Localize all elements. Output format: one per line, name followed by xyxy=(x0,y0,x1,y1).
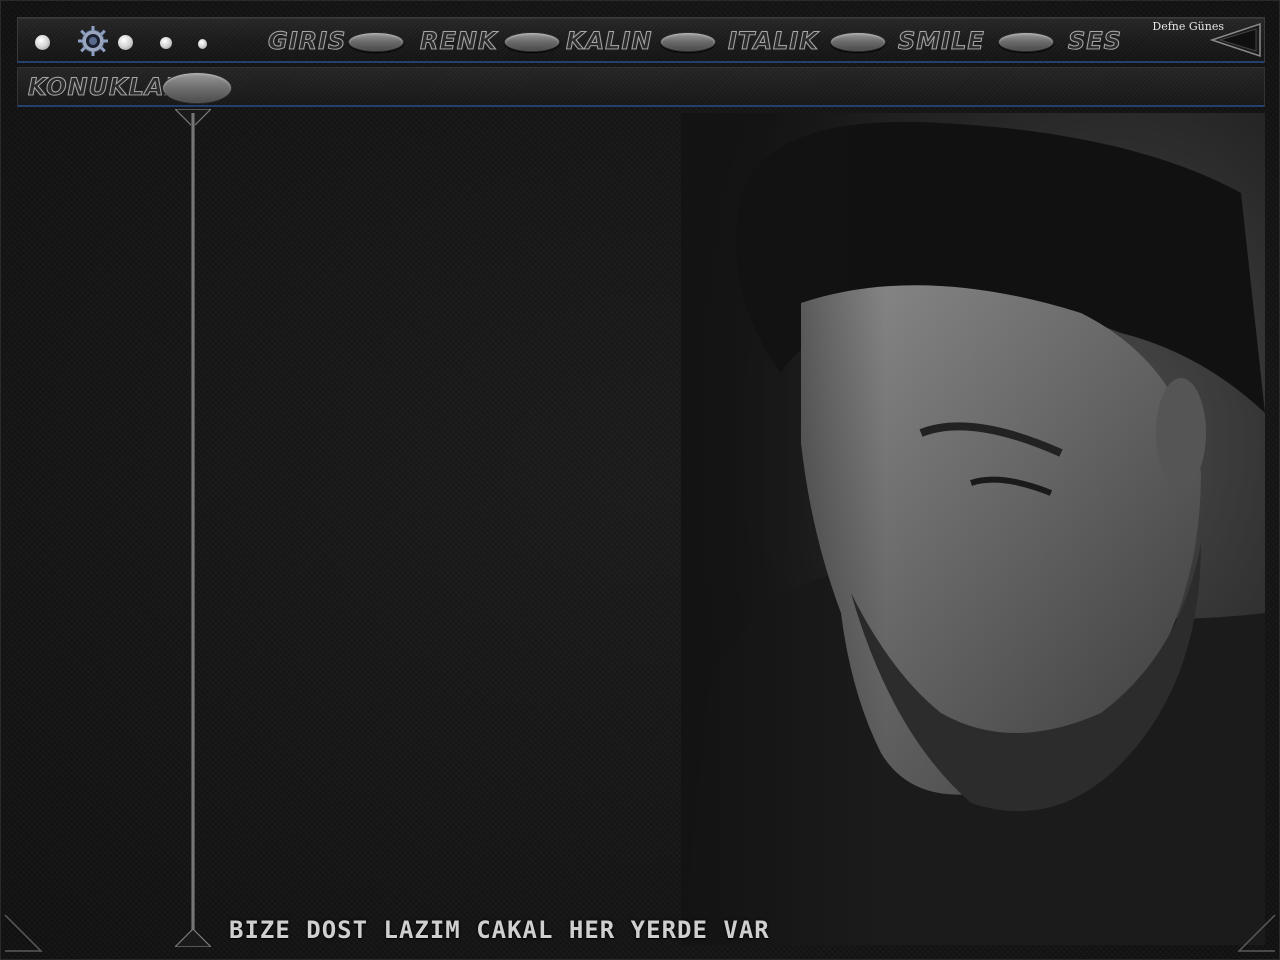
renk-toggle-button[interactable] xyxy=(504,32,560,52)
top-toolbar: Giris Renk Kalin Italik Smile Ses Defne … xyxy=(17,17,1265,63)
giris-toggle-button[interactable] xyxy=(348,32,404,52)
guests-bar: Konuklar xyxy=(17,67,1265,107)
kalin-toggle-button[interactable] xyxy=(660,32,716,52)
corner-ornament xyxy=(4,914,43,952)
smile-toggle-button[interactable] xyxy=(998,32,1054,52)
menu-italik[interactable]: Italik xyxy=(728,26,819,56)
guests-label[interactable]: Konuklar xyxy=(28,72,184,102)
italik-toggle-button[interactable] xyxy=(830,32,886,52)
splitter-bottom-cap xyxy=(175,928,211,947)
menu-giris[interactable]: Giris xyxy=(267,26,346,56)
menu-ses[interactable]: Ses xyxy=(1068,26,1122,56)
menu-kalin[interactable]: Kalin xyxy=(565,26,652,56)
status-dot-icon[interactable] xyxy=(118,35,133,50)
chat-window: Giris Renk Kalin Italik Smile Ses Defne … xyxy=(0,0,1280,960)
triangle-arrow-icon[interactable] xyxy=(1210,22,1262,58)
menu-smile[interactable]: Smile xyxy=(898,26,985,56)
panel-splitter[interactable] xyxy=(191,113,195,945)
gear-icon[interactable] xyxy=(77,25,109,57)
status-dot-icon[interactable] xyxy=(160,37,172,49)
guests-toggle-button[interactable] xyxy=(162,72,232,104)
status-dot-icon[interactable] xyxy=(198,39,207,49)
footer-slogan: Bize DoSt Lazim Cakal Her YerDe Var xyxy=(229,916,770,944)
menu-renk[interactable]: Renk xyxy=(420,26,498,56)
status-dot-icon[interactable] xyxy=(35,35,50,50)
background-portrait-image xyxy=(681,113,1265,945)
corner-ornament xyxy=(1237,914,1276,952)
